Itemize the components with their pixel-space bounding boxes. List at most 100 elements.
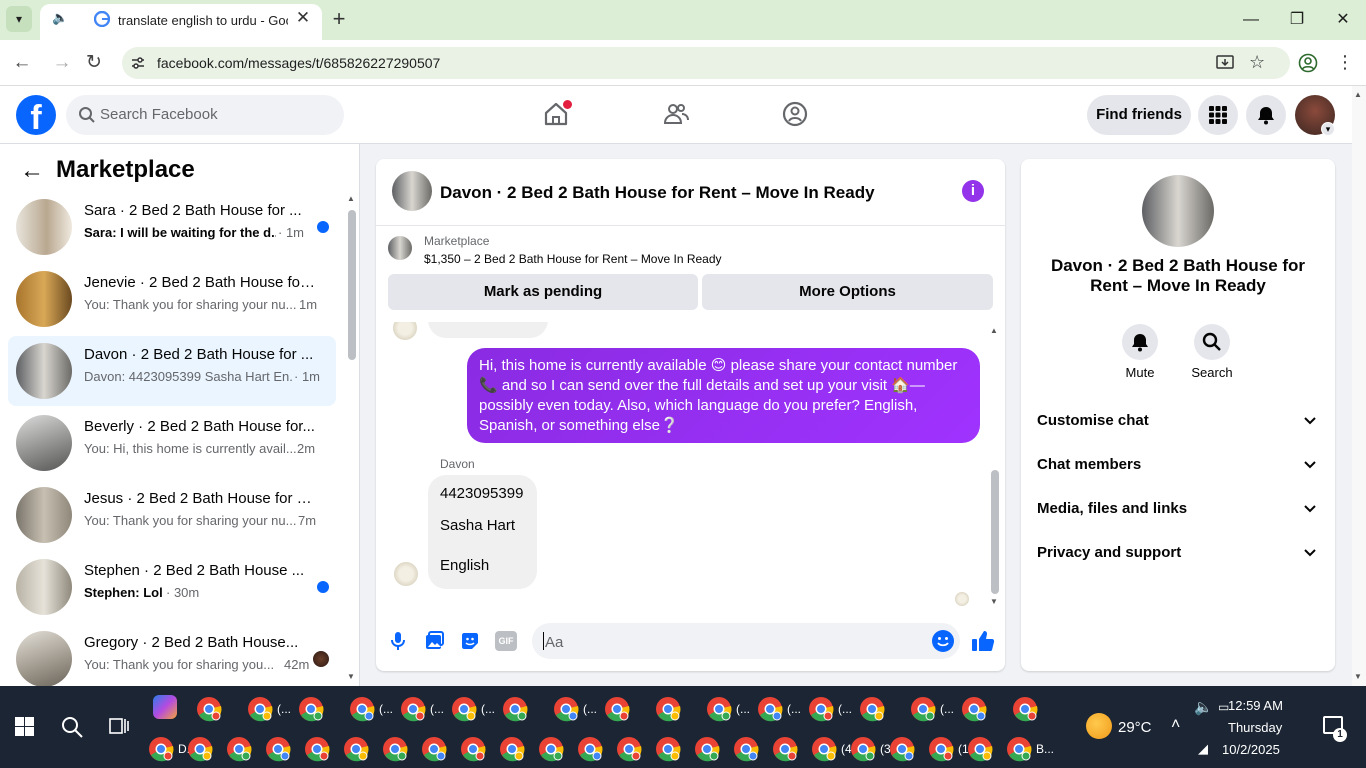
weather-temperature[interactable]: 29°C xyxy=(1118,719,1152,736)
close-window-icon[interactable]: ✕ xyxy=(1328,6,1358,34)
page-scrollbar[interactable] xyxy=(1352,86,1366,686)
taskbar-window-button[interactable] xyxy=(304,732,341,766)
taskbar-window-button[interactable]: B... xyxy=(1006,732,1054,766)
chat-members-row[interactable]: Chat members xyxy=(1037,456,1323,480)
conversation-item-beverly[interactable]: Beverly · 2 Bed 2 Bath House for... You:… xyxy=(8,408,336,478)
task-view-icon[interactable] xyxy=(108,716,130,736)
taskbar-search-icon[interactable] xyxy=(60,715,84,739)
windows-start-icon[interactable] xyxy=(15,717,34,736)
clock-time[interactable]: 12:59 AM xyxy=(1228,698,1283,713)
taskbar-window-button[interactable] xyxy=(382,732,419,766)
minimize-icon[interactable]: — xyxy=(1236,6,1266,34)
taskbar-window-button[interactable] xyxy=(577,732,614,766)
more-options-button[interactable]: More Options xyxy=(702,274,993,310)
taskbar-window-button[interactable] xyxy=(1012,692,1061,726)
taskbar-window-button[interactable]: (... xyxy=(400,692,449,726)
taskbar-window-button[interactable]: (... xyxy=(247,692,296,726)
taskbar-window-button[interactable] xyxy=(343,732,380,766)
taskbar-window-button[interactable]: (1... xyxy=(928,732,979,766)
info-icon[interactable]: i xyxy=(962,180,984,202)
scroll-down-arrow-icon[interactable]: ▼ xyxy=(347,672,355,681)
chat-scrollbar-thumb[interactable] xyxy=(991,470,999,594)
groups-icon[interactable] xyxy=(781,100,809,128)
friends-icon[interactable] xyxy=(662,100,690,128)
taskbar-window-button[interactable]: (... xyxy=(553,692,602,726)
taskbar-window-button[interactable] xyxy=(604,692,653,726)
clock-day[interactable]: Thursday xyxy=(1228,720,1282,735)
restore-icon[interactable]: ❐ xyxy=(1282,6,1312,34)
conversation-item-davon[interactable]: Davon · 2 Bed 2 Bath House for ... Davon… xyxy=(8,336,336,406)
taskbar-window-button[interactable] xyxy=(502,692,551,726)
chat-title[interactable]: Davon · 2 Bed 2 Bath House for Rent – Mo… xyxy=(440,183,875,203)
taskbar-window-button[interactable]: (... xyxy=(706,692,755,726)
show-hidden-icons-chevron-icon[interactable]: ˄ xyxy=(1171,716,1180,734)
taskbar-window-button[interactable] xyxy=(460,732,497,766)
gif-icon[interactable]: GIF xyxy=(495,631,517,651)
back-arrow-icon[interactable]: ← xyxy=(20,159,44,184)
copilot-icon[interactable] xyxy=(153,695,177,719)
taskbar-window-button[interactable] xyxy=(961,692,1010,726)
weather-icon[interactable] xyxy=(1086,713,1112,739)
conversation-item-jesus[interactable]: Jesus · 2 Bed 2 Bath House for R... You:… xyxy=(8,480,336,550)
volume-icon[interactable]: 🔈 xyxy=(1194,698,1213,716)
taskbar-window-button[interactable] xyxy=(655,732,692,766)
taskbar-window-button[interactable] xyxy=(538,732,575,766)
microphone-icon[interactable] xyxy=(387,630,409,652)
tab-search-chevron-icon[interactable]: ▾ xyxy=(6,6,32,32)
taskbar-window-button[interactable]: D... xyxy=(148,732,197,766)
taskbar-window-button[interactable] xyxy=(889,732,926,766)
browser-menu-icon[interactable]: ⋮ xyxy=(1336,52,1354,72)
taskbar-window-button[interactable]: (... xyxy=(451,692,500,726)
url-text[interactable]: facebook.com/messages/t/685826227290507 xyxy=(157,55,440,71)
privacy-support-row[interactable]: Privacy and support xyxy=(1037,544,1323,568)
taskbar-window-button[interactable] xyxy=(499,732,536,766)
conversation-item-gregory[interactable]: Gregory · 2 Bed 2 Bath House... You: Tha… xyxy=(8,624,336,694)
listing-thumbnail[interactable] xyxy=(388,236,412,260)
taskbar-window-button[interactable]: (... xyxy=(808,692,857,726)
clock-date[interactable]: 10/2/2025 xyxy=(1222,742,1280,757)
conversation-item-sara[interactable]: Sara · 2 Bed 2 Bath House for ... Sara: … xyxy=(8,192,336,262)
chat-scroll-down-icon[interactable]: ▼ xyxy=(990,597,998,606)
find-friends-button[interactable]: Find friends xyxy=(1087,95,1191,135)
taskbar-window-button[interactable] xyxy=(655,692,704,726)
photo-icon[interactable] xyxy=(423,630,445,652)
taskbar-window-button[interactable] xyxy=(421,732,458,766)
chat-avatar[interactable] xyxy=(392,171,432,211)
new-tab-plus-icon[interactable]: + xyxy=(328,7,350,31)
taskbar-window-button[interactable] xyxy=(226,732,263,766)
emoji-icon[interactable] xyxy=(932,630,954,652)
bookmark-star-icon[interactable]: ☆ xyxy=(1249,52,1269,72)
account-chevron-icon[interactable]: ▾ xyxy=(1321,122,1335,136)
thumbs-up-icon[interactable] xyxy=(970,628,996,654)
taskbar-window-button[interactable] xyxy=(694,732,731,766)
listing-title[interactable]: $1,350 – 2 Bed 2 Bath House for Rent – M… xyxy=(424,252,722,266)
taskbar-window-button[interactable]: (3... xyxy=(850,732,901,766)
reload-icon[interactable]: ↻ xyxy=(81,50,107,76)
taskbar-window-button[interactable]: (... xyxy=(349,692,398,726)
speaker-icon[interactable]: 🔈 xyxy=(52,10,68,26)
profile-icon[interactable] xyxy=(1298,53,1318,73)
conversation-item-stephen[interactable]: Stephen · 2 Bed 2 Bath House ... Stephen… xyxy=(8,552,336,622)
taskbar-window-button[interactable] xyxy=(265,732,302,766)
taskbar-window-button[interactable] xyxy=(616,732,653,766)
sticker-icon[interactable] xyxy=(459,630,481,652)
chat-scroll-up-icon[interactable]: ▲ xyxy=(990,326,998,335)
forward-icon[interactable]: → xyxy=(49,50,75,76)
site-info-icon[interactable] xyxy=(130,55,146,71)
sent-message-bubble[interactable]: Hi, this home is currently available 😊 p… xyxy=(467,348,980,443)
taskbar-window-button[interactable] xyxy=(859,692,908,726)
page-scroll-down-icon[interactable]: ▼ xyxy=(1354,672,1362,681)
scroll-up-arrow-icon[interactable]: ▲ xyxy=(347,194,355,203)
contact-avatar[interactable] xyxy=(1142,175,1214,247)
taskbar-window-button[interactable]: (4... xyxy=(811,732,862,766)
install-app-icon[interactable] xyxy=(1216,54,1234,72)
taskbar-window-button[interactable]: (... xyxy=(757,692,806,726)
taskbar-window-button[interactable] xyxy=(772,732,809,766)
taskbar-window-button[interactable] xyxy=(733,732,770,766)
back-icon[interactable]: ← xyxy=(9,50,35,76)
taskbar-window-button[interactable] xyxy=(196,692,245,726)
message-input[interactable] xyxy=(532,623,960,659)
taskbar-window-button[interactable] xyxy=(298,692,347,726)
conversation-item-jenevie[interactable]: Jenevie · 2 Bed 2 Bath House for... You:… xyxy=(8,264,336,334)
facebook-logo[interactable]: f xyxy=(16,95,56,135)
